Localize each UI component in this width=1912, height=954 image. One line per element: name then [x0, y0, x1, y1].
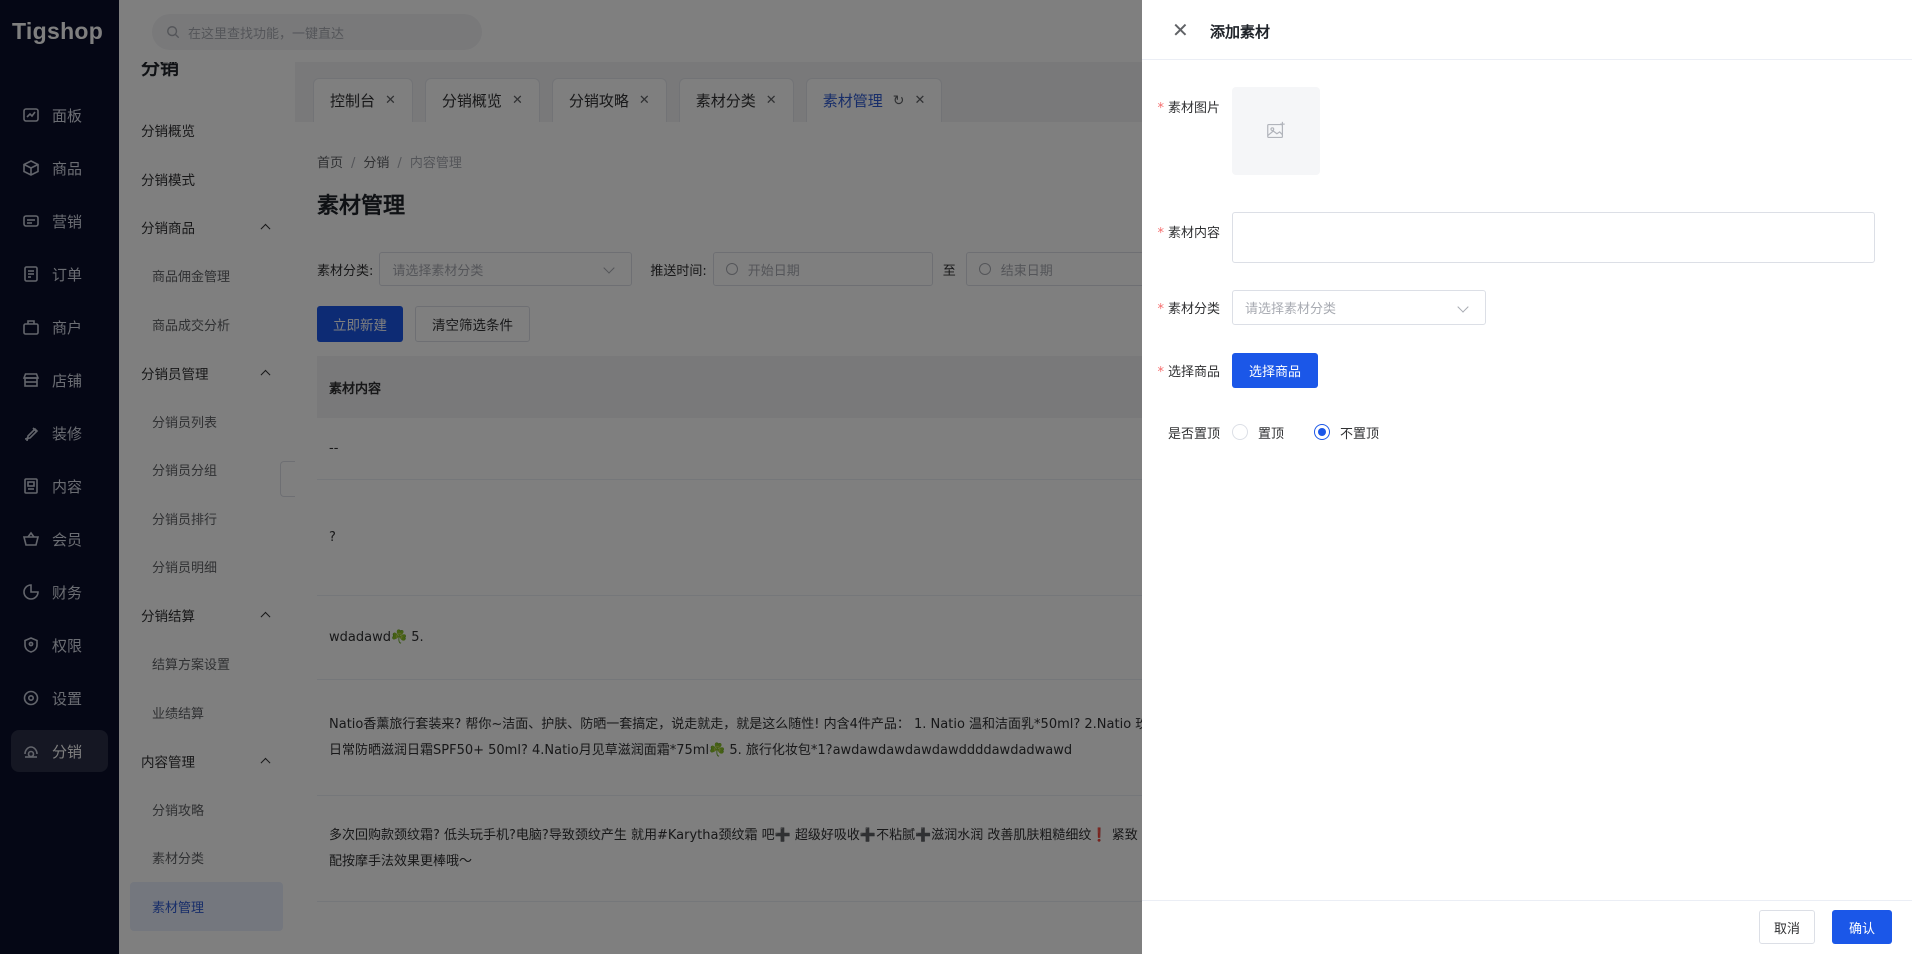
cancel-button[interactable]: 取消 [1759, 910, 1816, 944]
radio-no-pin[interactable]: 不置顶 [1314, 423, 1379, 442]
radio-pin-top[interactable]: 置顶 [1232, 423, 1284, 442]
drawer-footer: 取消 确认 [1142, 900, 1912, 954]
form-row-content: * 素材内容 [1142, 212, 1875, 263]
add-material-drawer: ✕ 添加素材 * 素材图片 * 素材内容 * 素材分类 请选择素材分类 * 选择商品 选… [1142, 0, 1912, 954]
add-image-icon [1267, 121, 1285, 139]
select-product-button[interactable]: 选择商品 [1232, 353, 1319, 388]
radio-circle [1232, 424, 1248, 440]
drawer-title: 添加素材 [1210, 23, 1271, 41]
pin-label: 是否置顶 [1167, 426, 1220, 442]
content-textarea[interactable] [1232, 212, 1875, 263]
form-row-product: * 选择商品 选择商品 [1142, 353, 1319, 388]
category-label: * 素材分类 [1157, 302, 1220, 317]
product-label: * 选择商品 [1157, 365, 1220, 380]
form-row-pin: 是否置顶 置顶 不置顶 [1142, 422, 1409, 442]
category-select[interactable]: 请选择素材分类 [1232, 290, 1486, 325]
category-select-placeholder: 请选择素材分类 [1245, 302, 1337, 317]
form-row-image: * 素材图片 [1142, 87, 1320, 175]
modal-overlay[interactable] [0, 0, 1142, 954]
content-label: * 素材内容 [1157, 226, 1220, 241]
form-row-category: * 素材分类 请选择素材分类 [1142, 290, 1486, 325]
close-icon[interactable]: ✕ [1172, 20, 1189, 40]
radio-circle [1314, 424, 1331, 440]
radio-pin-top-label: 置顶 [1258, 426, 1285, 442]
radio-no-pin-label: 不置顶 [1340, 426, 1380, 442]
image-upload[interactable] [1232, 87, 1320, 175]
drawer-header: ✕ 添加素材 [1142, 0, 1912, 60]
image-label: * 素材图片 [1157, 101, 1220, 116]
confirm-button[interactable]: 确认 [1832, 910, 1893, 944]
